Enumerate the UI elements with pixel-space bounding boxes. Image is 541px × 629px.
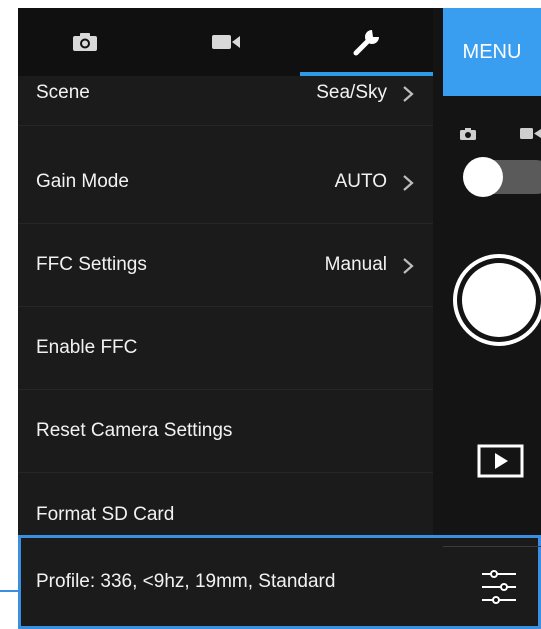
side-divider [443, 546, 541, 547]
setting-label: Enable FFC [36, 337, 138, 358]
setting-row-ffc-settings[interactable]: FFC Settings Manual [18, 224, 433, 307]
video-icon [520, 128, 541, 139]
settings-list: Scene Sea/Sky Gain Mode AUTO FFC Setting… [18, 76, 433, 536]
setting-value: Sea/Sky [316, 81, 387, 103]
wrench-icon [353, 30, 379, 56]
video-icon [211, 35, 240, 49]
setting-label: FFC Settings [36, 254, 147, 275]
profile-pointer-line [0, 590, 20, 592]
toggle-knob [463, 157, 503, 197]
camera-icon [72, 33, 97, 51]
chevron-right-icon [403, 175, 414, 191]
setting-label: Format SD Card [36, 503, 175, 525]
camera-icon [460, 128, 476, 140]
setting-row-reset-camera[interactable]: Reset Camera Settings [18, 390, 433, 473]
menu-button[interactable]: MENU [443, 8, 541, 96]
menu-button-label: MENU [462, 40, 522, 63]
setting-label: Gain Mode [36, 171, 129, 192]
sliders-icon[interactable] [478, 566, 520, 608]
shutter-button[interactable] [451, 252, 541, 348]
setting-row-scene[interactable]: Scene Sea/Sky [18, 60, 433, 126]
chevron-right-icon [403, 258, 414, 274]
chevron-right-icon [403, 85, 414, 102]
setting-row-gain-mode[interactable]: Gain Mode AUTO [18, 141, 433, 224]
photo-video-toggle[interactable] [463, 157, 541, 197]
profile-label: Profile: 336, <9hz, 19mm, Standard [36, 571, 336, 592]
setting-label: Reset Camera Settings [36, 420, 233, 441]
profile-bar[interactable]: Profile: 336, <9hz, 19mm, Standard [18, 535, 541, 629]
setting-value: AUTO [334, 171, 387, 192]
setting-label: Scene [36, 81, 90, 103]
setting-value: Manual [324, 254, 387, 275]
gallery-play-icon[interactable] [477, 444, 524, 478]
setting-row-enable-ffc[interactable]: Enable FFC [18, 307, 433, 390]
